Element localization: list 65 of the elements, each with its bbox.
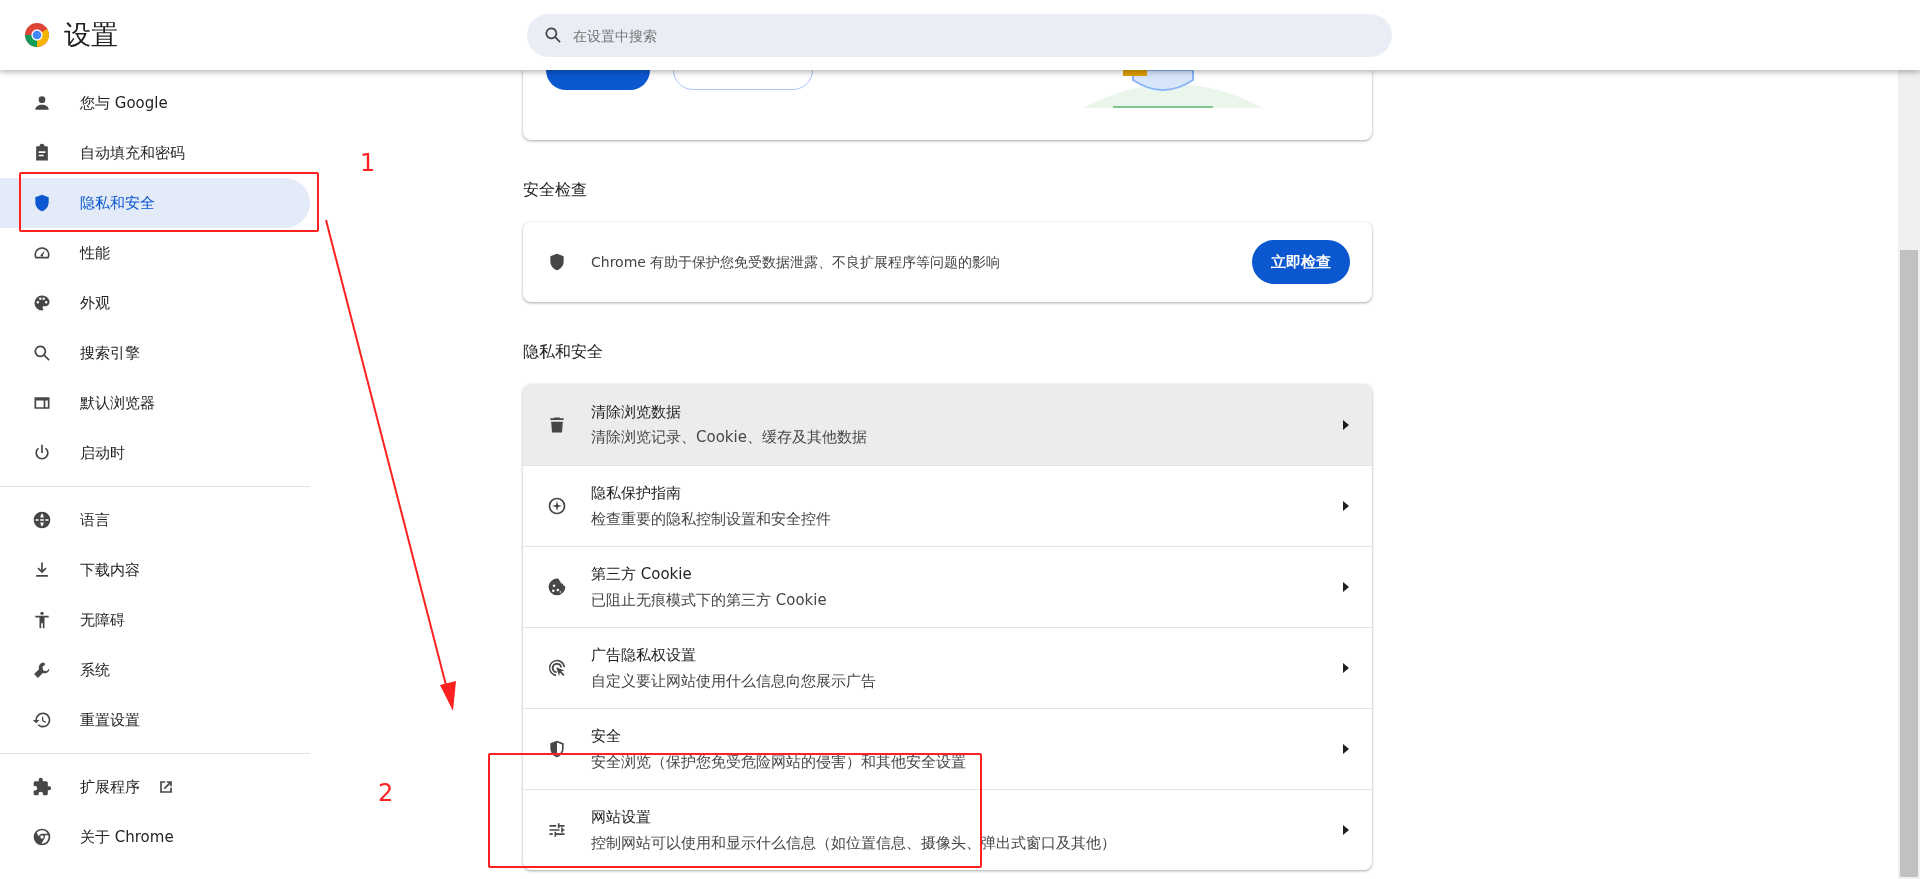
sidebar-item[interactable]: 重置设置 xyxy=(0,695,310,745)
settings-row[interactable]: 广告隐私权设置 自定义要让网站使用什么信息向您展示广告 xyxy=(523,627,1372,708)
chevron-icon xyxy=(1342,418,1350,431)
search-field[interactable]: 在设置中搜索 xyxy=(527,14,1392,57)
puzzle-icon xyxy=(32,777,52,797)
row-title: 网站设置 xyxy=(591,807,652,828)
chevron-icon xyxy=(1342,500,1350,512)
chrome-icon xyxy=(32,827,52,847)
row-title: 广告隐私权设置 xyxy=(591,645,697,666)
chevron-icon xyxy=(1342,581,1350,593)
section-heading: 隐私和安全 xyxy=(523,341,604,363)
sidebar-item[interactable]: 下载内容 xyxy=(0,545,310,595)
globe-icon xyxy=(32,510,52,530)
history-icon xyxy=(32,710,52,730)
chrome-logo xyxy=(24,22,50,48)
shield-check-icon xyxy=(547,252,567,272)
sidebar-item[interactable]: 默认浏览器 xyxy=(0,378,310,428)
sidebar-item[interactable]: 无障碍 xyxy=(0,595,310,645)
settings-row[interactable]: 隐私保护指南 检查重要的隐私控制设置和安全控件 xyxy=(523,465,1372,546)
sidebar-item[interactable]: 系统 xyxy=(0,645,310,695)
sidebar-item[interactable]: 启动时 xyxy=(0,428,310,478)
row-title: 隐私保护指南 xyxy=(591,483,682,504)
chevron-icon xyxy=(1342,824,1350,836)
annotation-number: 2 xyxy=(378,778,394,809)
sidebar-item[interactable]: 性能 xyxy=(0,228,310,278)
page-title: 设置 xyxy=(64,17,118,52)
sliders-icon xyxy=(547,820,567,840)
row-subtitle: 已阻止无痕模式下的第三方 Cookie xyxy=(591,589,828,611)
settings-row[interactable]: 网站设置 控制网站可以使用和显示什么信息（如位置信息、摄像头、弹出式窗口及其他） xyxy=(523,789,1372,870)
safety-check-text: Chrome 有助于保护您免受数据泄露、不良扩展程序等问题的影响 xyxy=(591,252,1002,272)
sidebar-item[interactable]: 搜索引擎 xyxy=(0,328,310,378)
settings-row[interactable]: 清除浏览数据 清除浏览记录、Cookie、缓存及其他数据 xyxy=(523,384,1372,465)
row-subtitle: 清除浏览记录、Cookie、缓存及其他数据 xyxy=(591,427,868,448)
row-title: 安全 xyxy=(591,726,622,747)
sidebar-item[interactable]: 您与 Google xyxy=(0,78,310,128)
row-title: 清除浏览数据 xyxy=(591,401,682,423)
shield-icon xyxy=(547,739,567,759)
row-title: 第三方 Cookie xyxy=(591,564,693,585)
sidebar-item[interactable]: 隐私和安全 xyxy=(0,178,310,228)
shield-icon xyxy=(32,193,52,213)
search-icon xyxy=(543,25,563,45)
cursor-target-icon xyxy=(547,658,567,678)
sidebar-item[interactable]: 扩展程序 xyxy=(0,762,310,812)
chevron-icon xyxy=(1342,662,1350,674)
chevron-icon xyxy=(1342,743,1350,755)
section-heading: 安全检查 xyxy=(523,179,588,201)
accessibility-icon xyxy=(32,610,52,630)
search-icon xyxy=(32,343,52,363)
row-subtitle: 安全浏览（保护您免受危险网站的侵害）和其他安全设置 xyxy=(591,751,967,773)
sidebar-item[interactable]: 语言 xyxy=(0,495,310,545)
row-subtitle: 自定义要让网站使用什么信息向您展示广告 xyxy=(591,670,877,692)
cookie-icon xyxy=(547,577,567,597)
palette-icon xyxy=(32,293,52,313)
sidebar-item[interactable]: 自动填充和密码 xyxy=(0,128,310,178)
check-now-button[interactable]: 立即检查 xyxy=(1252,240,1350,284)
wrench-icon xyxy=(32,660,52,680)
row-subtitle: 检查重要的隐私控制设置和安全控件 xyxy=(591,508,832,530)
person-icon xyxy=(32,93,52,113)
annotation-number: 1 xyxy=(360,148,376,179)
scrollbar[interactable] xyxy=(1898,70,1920,879)
sidebar-item[interactable]: 外观 xyxy=(0,278,310,328)
row-subtitle: 控制网站可以使用和显示什么信息（如位置信息、摄像头、弹出式窗口及其他） xyxy=(591,832,1117,854)
settings-row[interactable]: 第三方 Cookie 已阻止无痕模式下的第三方 Cookie xyxy=(523,546,1372,627)
sidebar-item[interactable]: 关于 Chrome xyxy=(0,812,310,862)
settings-row[interactable]: 安全 安全浏览（保护您免受危险网站的侵害）和其他安全设置 xyxy=(523,708,1372,789)
